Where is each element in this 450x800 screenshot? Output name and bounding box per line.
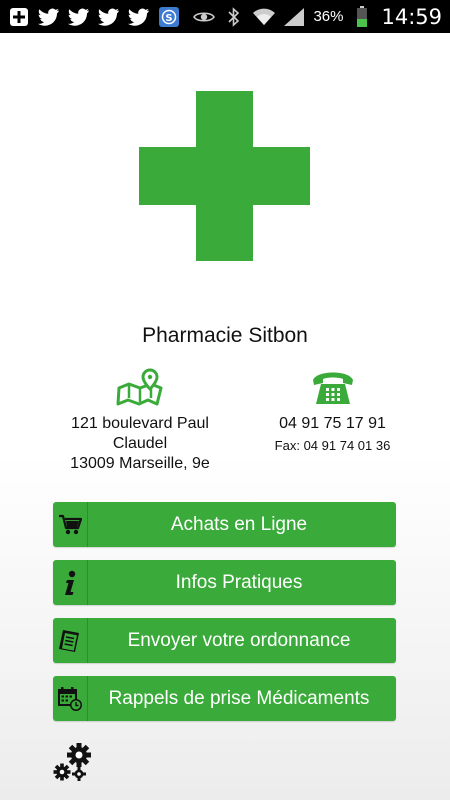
button-label: Infos Pratiques (175, 571, 303, 593)
pharmacy-cross-logo (139, 91, 310, 261)
wifi-icon (253, 6, 276, 28)
battery-percent: 36% (313, 8, 344, 25)
address-line: Claudel (112, 435, 168, 452)
send-prescription-button[interactable]: Envoyer votre ordonnance (53, 618, 396, 663)
svg-text:S: S (165, 13, 172, 24)
button-label: Achats en Ligne (170, 513, 308, 535)
info-icon (53, 560, 88, 605)
app-s-icon: S (158, 6, 180, 28)
bluetooth-icon (223, 6, 245, 28)
pharmacy-name: Pharmacie Sitbon (142, 324, 308, 347)
prescription-icon (53, 618, 88, 663)
phone-icon[interactable] (311, 368, 355, 406)
button-label: Envoyer votre ordonnance (127, 629, 351, 651)
add-icon (8, 6, 30, 28)
twitter-icon (128, 6, 150, 28)
eye-icon (193, 6, 216, 28)
battery-icon (351, 5, 373, 28)
online-shopping-button[interactable]: Achats en Ligne (53, 502, 396, 547)
clock: 14:59 (381, 4, 442, 29)
address-line: 121 boulevard Paul (71, 415, 209, 432)
practical-info-button[interactable]: Infos Pratiques (53, 560, 396, 605)
calendar-clock-icon (53, 676, 88, 721)
phone-number[interactable]: 04 91 75 17 91 (255, 414, 410, 434)
twitter-icon (98, 6, 120, 28)
phone-block[interactable]: 04 91 75 17 91 Fax: 04 91 74 01 36 (255, 368, 410, 453)
twitter-icon (68, 6, 90, 28)
address-line: 13009 Marseille, 9e (70, 455, 210, 472)
signal-icon (283, 6, 305, 28)
twitter-icon (38, 6, 60, 28)
address-block[interactable]: 121 boulevard Paul Claudel 13009 Marseil… (55, 368, 225, 474)
medication-reminders-button[interactable]: Rappels de prise Médicaments (53, 676, 396, 721)
button-label: Rappels de prise Médicaments (108, 687, 370, 709)
fax-number: Fax: 04 91 74 01 36 (274, 438, 391, 453)
cart-icon (53, 502, 88, 547)
status-bar: S 36% 14:59 (0, 0, 450, 33)
settings-gears-icon[interactable] (52, 742, 94, 782)
map-icon[interactable] (116, 368, 164, 406)
